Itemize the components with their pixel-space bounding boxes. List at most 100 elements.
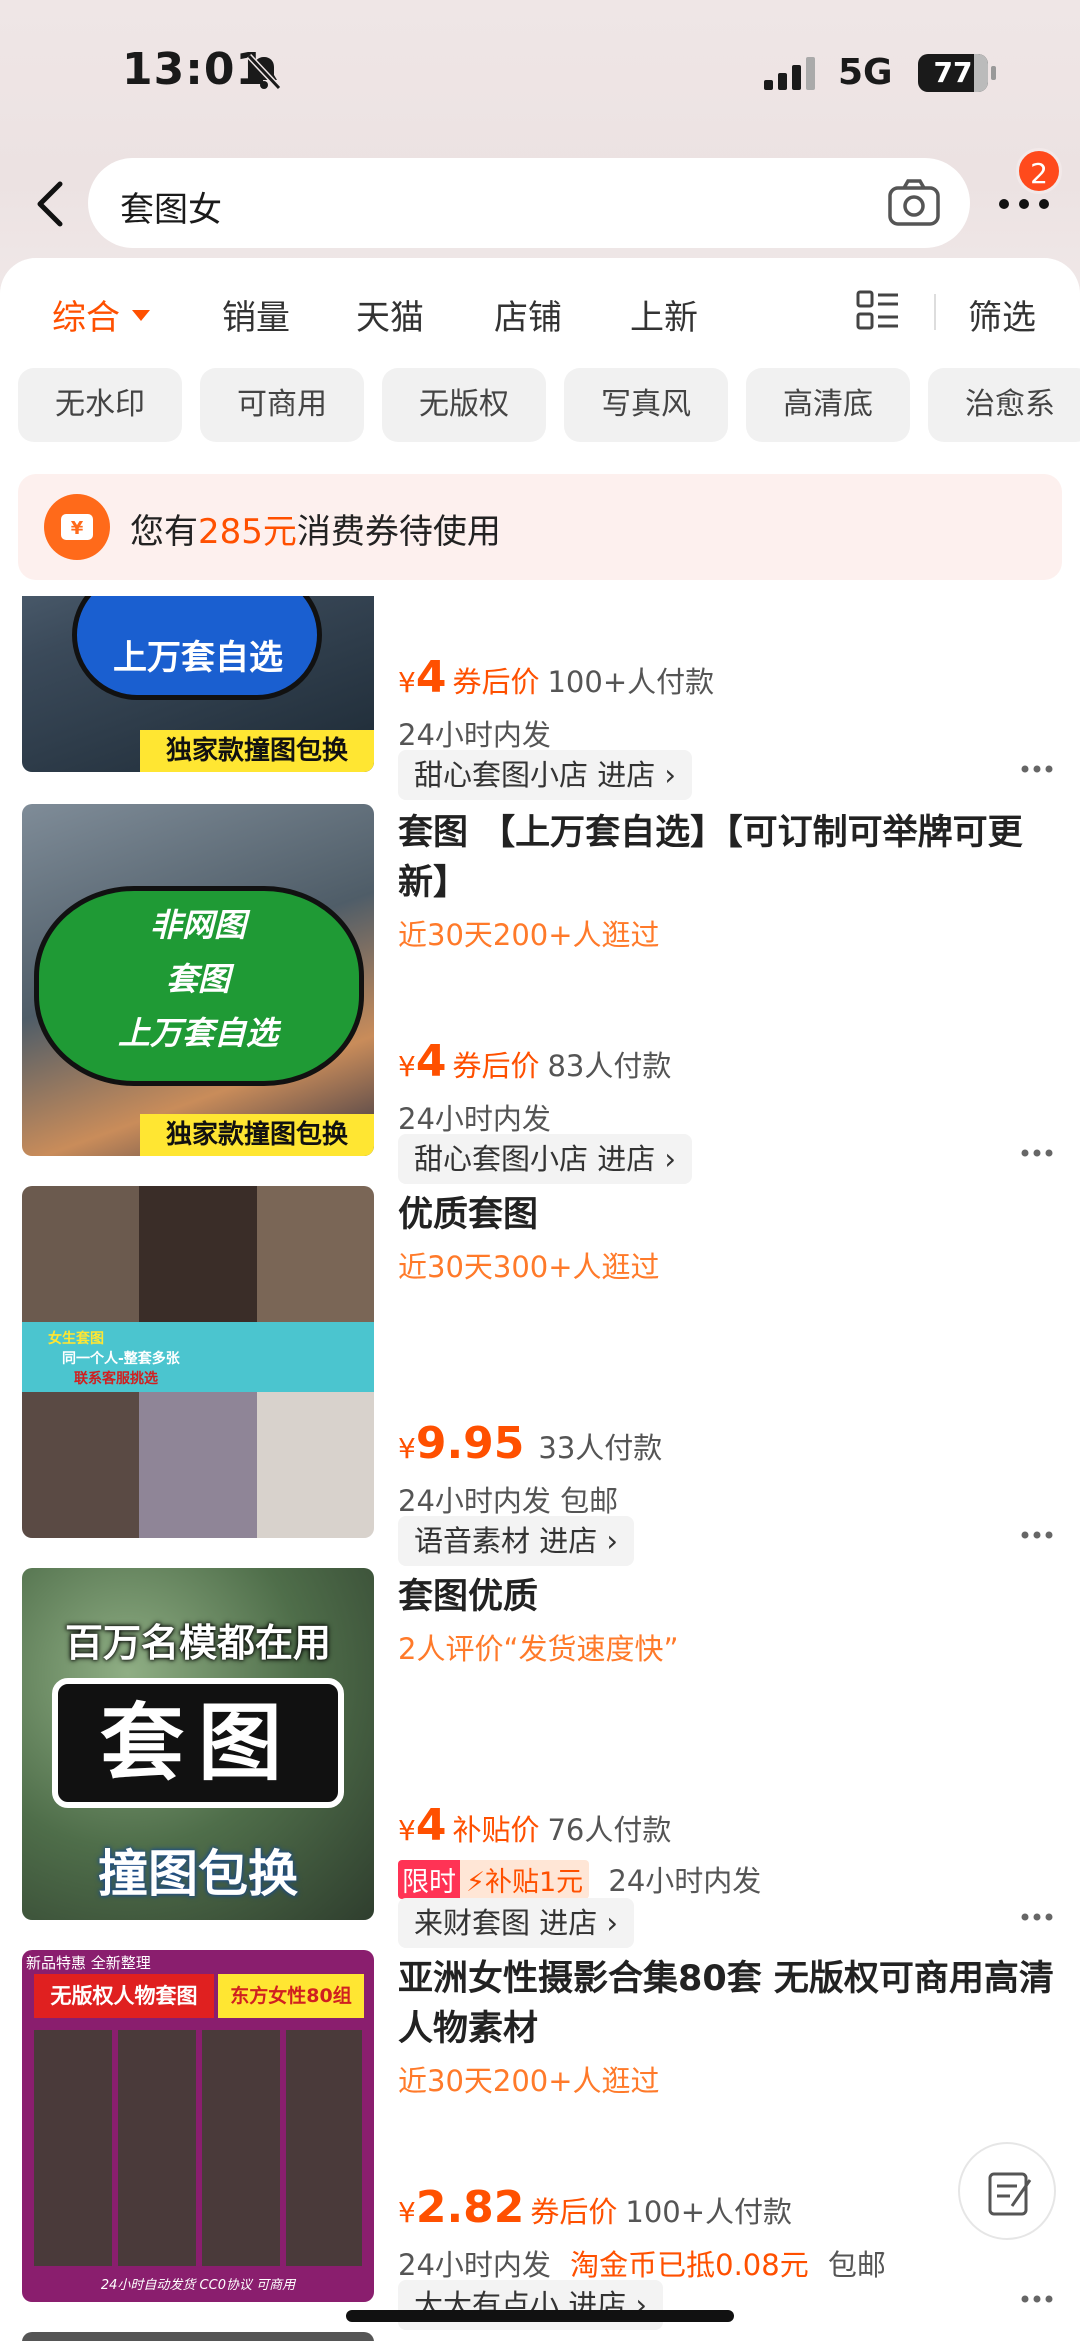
next-product-image xyxy=(22,2332,374,2341)
shipping-info: 24小时内发 xyxy=(398,718,551,752)
more-dots-icon[interactable] xyxy=(1020,764,1054,774)
more-dots-icon[interactable] xyxy=(1020,1148,1054,1158)
more-dots-icon[interactable] xyxy=(1020,1530,1054,1540)
thumb-caption: 东方女性80组 xyxy=(218,1974,364,2018)
price: 4 xyxy=(415,1800,447,1851)
shipping-info: 24小时内发 xyxy=(398,2248,551,2282)
shipping-info: 24小时内发 包邮 xyxy=(398,1484,619,1518)
shop-link[interactable]: 甜心套图小店 进店 › xyxy=(398,750,693,800)
edit-note-icon xyxy=(988,2172,1032,2216)
more-dots-icon[interactable] xyxy=(1020,1912,1054,1922)
price: 4 xyxy=(415,1036,447,1087)
product-image[interactable]: 上万套自选 独家款撞图包换 xyxy=(22,596,374,772)
home-indicator[interactable] xyxy=(346,2310,734,2322)
product-title[interactable]: 优质套图 xyxy=(398,1190,1058,1240)
shop-name: 来财套图 进店 xyxy=(414,1906,598,1940)
search-input[interactable]: 套图女 xyxy=(88,158,970,248)
chip-no-watermark[interactable]: 无水印 xyxy=(18,368,182,442)
product-list: 上万套自选 独家款撞图包换 ¥4 券后价 100+人付款 24小时内发 甜心套图小店… xyxy=(0,596,1080,2341)
thumb-caption: 套图 xyxy=(52,1678,344,1808)
price-label: 券后价 xyxy=(452,665,540,699)
shipping-line: 24小时内发 淘金币已抵0.08元 包邮 xyxy=(398,2242,886,2284)
price: 4 xyxy=(415,652,447,703)
product-title[interactable]: 套图优质 xyxy=(398,1572,1058,1622)
product-card[interactable]: 非网图 套图 上万套自选 独家款撞图包换 套图 【上万套自选】【可订制可举牌可更… xyxy=(0,804,1080,1186)
thumb-caption: 新品特惠 全新整理 xyxy=(26,1954,151,1972)
product-card[interactable]: 新品特惠 全新整理 无版权人物套图 东方女性80组 24小时自动发货 CC0协议… xyxy=(0,1950,1080,2332)
thumb-caption: 撞图包换 xyxy=(98,1845,298,1903)
yen-icon: ¥ xyxy=(44,494,110,560)
back-arrow-icon[interactable] xyxy=(30,176,70,232)
more-dots-icon[interactable] xyxy=(1020,2294,1054,2304)
thumb-caption: 女生套图 xyxy=(48,1331,104,1347)
product-card[interactable]: 上万套自选 独家款撞图包换 ¥4 券后价 100+人付款 24小时内发 甜心套图小店… xyxy=(0,596,1080,802)
product-card[interactable]: 百万名模都在用 套图 撞图包换 套图优质 2人评价“发货速度快” ¥4 补贴价 76… xyxy=(0,1568,1080,1950)
tab-new[interactable]: 上新 xyxy=(630,290,698,339)
shop-name: 甜心套图小店 进店 xyxy=(414,1142,656,1176)
price-label: 补贴价 xyxy=(452,1813,540,1847)
thumb-caption: 24小时自动发货 CC0协议 可商用 xyxy=(100,2278,296,2293)
product-image[interactable]: 新品特惠 全新整理 无版权人物套图 东方女性80组 24小时自动发货 CC0协议… xyxy=(22,1950,374,2302)
shop-name: 语音素材 进店 xyxy=(414,1524,598,1558)
battery-icon: 77 xyxy=(918,54,996,92)
product-image[interactable]: 非网图 套图 上万套自选 独家款撞图包换 xyxy=(22,804,374,1156)
product-card[interactable]: 女生套图 同一个人-整套多张 联系客服挑选 优质套图 近30天300+人逛过 ¥… xyxy=(0,1186,1080,1568)
thumb-caption: 同一个人-整套多张 xyxy=(62,1351,180,1367)
price-label: 券后价 xyxy=(530,2195,618,2229)
thumb-caption: 套图 xyxy=(165,960,230,998)
chip-commercial[interactable]: 可商用 xyxy=(200,368,364,442)
product-image[interactable]: 百万名模都在用 套图 撞图包换 xyxy=(22,1568,374,1920)
message-badge: 2 xyxy=(1016,148,1062,194)
price-line: ¥2.82 券后价 100+人付款 xyxy=(398,2182,793,2233)
tab-comprehensive[interactable]: 综合 xyxy=(52,290,150,339)
shop-link[interactable]: 大大有点小 进店 › xyxy=(398,2280,664,2330)
battery-level: 77 xyxy=(933,56,973,89)
tab-divider xyxy=(934,294,936,330)
status-bar: 13:01 5G 77 xyxy=(0,0,1080,150)
free-shipping: 包邮 xyxy=(827,2248,886,2282)
tab-tmall[interactable]: 天猫 xyxy=(356,290,424,339)
coupon-text: 您有285元消费券待使用 xyxy=(130,504,501,553)
signal-icon xyxy=(764,57,815,90)
product-image[interactable]: 女生套图 同一个人-整套多张 联系客服挑选 xyxy=(22,1186,374,1538)
shop-name: 甜心套图小店 进店 xyxy=(414,758,656,792)
shop-link[interactable]: 甜心套图小店 进店 › xyxy=(398,1134,693,1184)
camera-icon[interactable] xyxy=(886,176,942,230)
chip-no-copyright[interactable]: 无版权 xyxy=(382,368,546,442)
tab-sales[interactable]: 销量 xyxy=(222,290,290,339)
shop-link[interactable]: 来财套图 进店 › xyxy=(398,1898,635,1948)
subsidy-tag: ⚡补贴1元 xyxy=(460,1860,590,1899)
shop-link[interactable]: 语音素材 进店 › xyxy=(398,1516,635,1566)
coupon-prefix: 您有 xyxy=(130,512,198,552)
thumb-tag: 独家款撞图包换 xyxy=(140,1114,374,1156)
price-label: 券后价 xyxy=(452,1049,540,1083)
limited-tag: 限时 xyxy=(398,1860,460,1899)
product-title[interactable]: 亚洲女性摄影合集80套 无版权可商用高清人物素材 xyxy=(398,1954,1058,2054)
thumb-caption: 上万套自选 xyxy=(117,1014,278,1052)
browse-count: 近30天300+人逛过 xyxy=(398,1250,660,1284)
browse-count: 近30天200+人逛过 xyxy=(398,2064,660,2098)
list-view-icon[interactable] xyxy=(856,288,900,332)
filter-button[interactable]: 筛选 xyxy=(968,290,1036,339)
chip-hd-base[interactable]: 高清底 xyxy=(746,368,910,442)
sort-tabs: 综合 销量 天猫 店铺 上新 xyxy=(0,280,1080,350)
network-type: 5G xyxy=(838,52,893,93)
chip-portrait-style[interactable]: 写真风 xyxy=(564,368,728,442)
sold-count: 76人付款 xyxy=(547,1813,672,1847)
price: 2.82 xyxy=(415,2182,525,2233)
thumb-tag: 独家款撞图包换 xyxy=(140,730,374,772)
sold-count: 33人付款 xyxy=(538,1431,663,1465)
feedback-button[interactable] xyxy=(958,2142,1056,2240)
chip-healing[interactable]: 治愈系 xyxy=(928,368,1080,442)
browse-count: 近30天200+人逛过 xyxy=(398,918,660,952)
price: 9.95 xyxy=(415,1418,525,1469)
thumb-caption: 非网图 xyxy=(149,906,246,944)
tab-shops[interactable]: 店铺 xyxy=(494,290,562,339)
product-title[interactable]: 套图 【上万套自选】【可订制可举牌可更新】 xyxy=(398,808,1058,908)
coupon-banner[interactable]: ¥ 您有285元消费券待使用 xyxy=(18,474,1062,580)
price-line: ¥4 券后价 100+人付款 xyxy=(398,652,715,703)
shipping-info: 24小时内发 xyxy=(398,1102,551,1136)
coin-discount: 淘金币已抵0.08元 xyxy=(570,2248,809,2282)
sold-count: 100+人付款 xyxy=(625,2195,793,2229)
price-line: ¥4 券后价 83人付款 xyxy=(398,1036,672,1087)
